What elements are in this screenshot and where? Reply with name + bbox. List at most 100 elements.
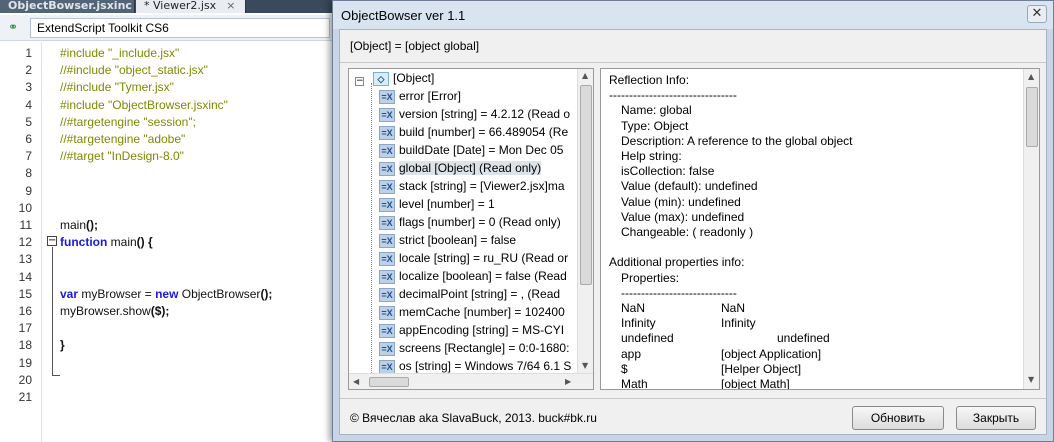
line-number: 8 <box>25 166 32 181</box>
property-icon: =X <box>379 215 395 230</box>
code-line: //#targetengine "session"; <box>60 115 196 129</box>
cube-icon: ◇ <box>373 71 389 86</box>
tree-item[interactable]: =X global [Object] (Read only) <box>379 159 542 177</box>
line-number: 10 <box>18 200 32 215</box>
tree-root-item[interactable]: ◇ [Object] <box>373 69 434 87</box>
target-application-select[interactable]: ExtendScript Toolkit CS6 <box>30 18 330 38</box>
tree-item[interactable]: =X locale [string] = ru_RU (Read or <box>379 249 568 267</box>
tree-item[interactable]: =X strict [boolean] = false <box>379 231 516 249</box>
line-number: 21 <box>18 390 32 404</box>
property-icon: =X <box>379 323 395 338</box>
scroll-thumb[interactable] <box>580 85 592 285</box>
code-token: (); <box>260 286 273 301</box>
info-line: Description: A reference to the global o… <box>621 133 853 148</box>
property-name: undefined <box>621 331 674 346</box>
code-token: //#targetengine "adobe" <box>60 132 186 146</box>
tab-viewer2-jsx[interactable]: * Viewer2.jsx × <box>136 0 246 13</box>
scroll-up-icon[interactable]: ▲ <box>582 71 588 80</box>
line-number: 11 <box>19 218 32 232</box>
code-line: #include "_include.jsx" <box>60 46 179 60</box>
tree-item[interactable]: =X localize [boolean] = false (Read <box>379 267 567 285</box>
info-line: Changeable: ( readonly ) <box>621 225 754 239</box>
fold-toggle[interactable]: − <box>47 236 57 246</box>
tree-root-expander[interactable]: − <box>355 77 364 86</box>
property-icon: =X <box>379 269 395 284</box>
tree-item-label: stack [string] = [Viewer2.jsx]ma <box>399 179 565 193</box>
tree-item[interactable]: =X build [number] = 66.489054 (Re <box>379 123 568 141</box>
code-token: #include "ObjectBrowser.jsxinc" <box>60 97 228 112</box>
info-line: Additional properties info: <box>609 255 745 270</box>
code-line: } <box>60 338 65 352</box>
code-token: main <box>107 235 137 250</box>
info-vertical-scrollbar[interactable]: ▲ ▼ <box>1023 69 1039 389</box>
tree-item-label: flags [number] = 0 (Read only) <box>399 215 561 229</box>
tree-item-label: global [Object] (Read only) <box>399 161 542 175</box>
close-icon[interactable]: ✕ <box>1027 5 1047 23</box>
tree-item-label: error [Error] <box>399 89 462 103</box>
line-number: 19 <box>18 355 32 370</box>
line-number: 15 <box>18 286 32 301</box>
tree-item[interactable]: =X decimalPoint [string] = , (Read <box>379 285 560 303</box>
line-number: 2 <box>25 63 32 78</box>
line-number: 1 <box>25 46 32 60</box>
property-icon: =X <box>379 251 395 266</box>
property-name: Infinity <box>621 316 656 331</box>
tree-item-label: [Object] <box>393 71 435 85</box>
fold-guide <box>52 247 53 375</box>
tab-label: * Viewer2.jsx <box>144 0 217 12</box>
tree-item[interactable]: =X memCache [number] = 102400 <box>379 303 565 321</box>
tree-item-label: screens [Rectangle] = 0:0-1680: <box>399 341 570 355</box>
tree-item[interactable]: =X level [number] = 1 <box>379 195 495 213</box>
code-line: //#include "Tymer.jsx" <box>60 80 174 94</box>
tree-item-label: appEncoding [string] = MS-CYI <box>399 323 565 337</box>
tree-horizontal-scrollbar[interactable]: ◀ ▶ <box>349 373 593 389</box>
property-name: NaN <box>621 301 646 315</box>
scroll-right-icon[interactable]: ▶ <box>565 377 571 386</box>
refresh-button[interactable]: Обновить <box>852 406 944 430</box>
fold-guide-end <box>52 375 60 376</box>
code-token: //#targetengine "session"; <box>60 114 196 129</box>
scroll-up-icon[interactable]: ▲ <box>1028 72 1034 81</box>
object-tree[interactable]: − ◇ [Object] =X error [Error] =X version [st… <box>348 68 594 390</box>
property-icon: =X <box>379 305 395 320</box>
tab-close-icon[interactable]: × <box>226 0 235 12</box>
code-token: myBrowser <box>78 286 145 301</box>
code-editor[interactable]: #include "_include.jsx" //#include "objec… <box>42 42 332 442</box>
code-token: main <box>60 218 87 232</box>
line-number: 14 <box>18 269 32 284</box>
line-number: 9 <box>25 183 32 198</box>
tree-item[interactable]: =X version [string] = 4.2.12 (Read o <box>379 105 570 123</box>
tree-item-label: os [string] = Windows 7/64 6.1 S <box>399 359 572 373</box>
line-number: 5 <box>25 114 32 129</box>
property-value: [Helper Object] <box>721 361 802 376</box>
tree-item[interactable]: =X stack [string] = [Viewer2.jsx]ma <box>379 177 565 195</box>
info-line: Reflection Info: <box>609 73 690 87</box>
tree-item-label: locale [string] = ru_RU (Read or <box>399 251 569 265</box>
tree-item[interactable]: =X buildDate [Date] = Mon Dec 05 <box>379 141 563 159</box>
line-number: 3 <box>25 80 32 95</box>
divider <box>340 398 1046 399</box>
scroll-thumb[interactable] <box>1026 87 1038 147</box>
scroll-down-icon[interactable]: ▼ <box>1028 375 1034 384</box>
info-line: Type: Object <box>621 118 689 133</box>
tab-objectbowser-jsxinc[interactable]: ObjectBowser.jsxinc <box>0 0 135 13</box>
line-number-gutter: 1 2 3 4 5 6 7 8 9 10 11 12 13 14 15 16 17 18 19 20 21 <box>0 42 42 442</box>
tree-vertical-scrollbar[interactable]: ▲ ▼ <box>577 69 593 373</box>
scroll-down-icon[interactable]: ▼ <box>582 361 588 370</box>
tree-item[interactable]: =X flags [number] = 0 (Read only) <box>379 213 561 231</box>
scroll-thumb[interactable] <box>369 377 409 387</box>
tree-item[interactable]: =X screens [Rectangle] = 0:0-1680: <box>379 339 569 357</box>
reflection-info-panel[interactable]: Reflection Info: ------------------------… <box>600 68 1040 390</box>
code-line: myBrowser.show($); <box>60 304 169 318</box>
scroll-left-icon[interactable]: ◀ <box>353 377 359 386</box>
tree-item[interactable]: =X appEncoding [string] = MS-CYI <box>379 321 564 339</box>
code-token: new <box>151 286 179 301</box>
tree-item[interactable]: =X error [Error] <box>379 87 461 105</box>
tree-item-label: build [number] = 66.489054 (Re <box>399 125 569 139</box>
close-button[interactable]: Закрыть <box>956 406 1036 430</box>
tree-item-label: localize [boolean] = false (Read <box>399 269 567 283</box>
code-line: //#include "object_static.jsx" <box>60 63 208 77</box>
info-line: Value (max): undefined <box>621 209 745 224</box>
line-number: 16 <box>18 304 32 318</box>
property-name: Math <box>621 377 648 390</box>
